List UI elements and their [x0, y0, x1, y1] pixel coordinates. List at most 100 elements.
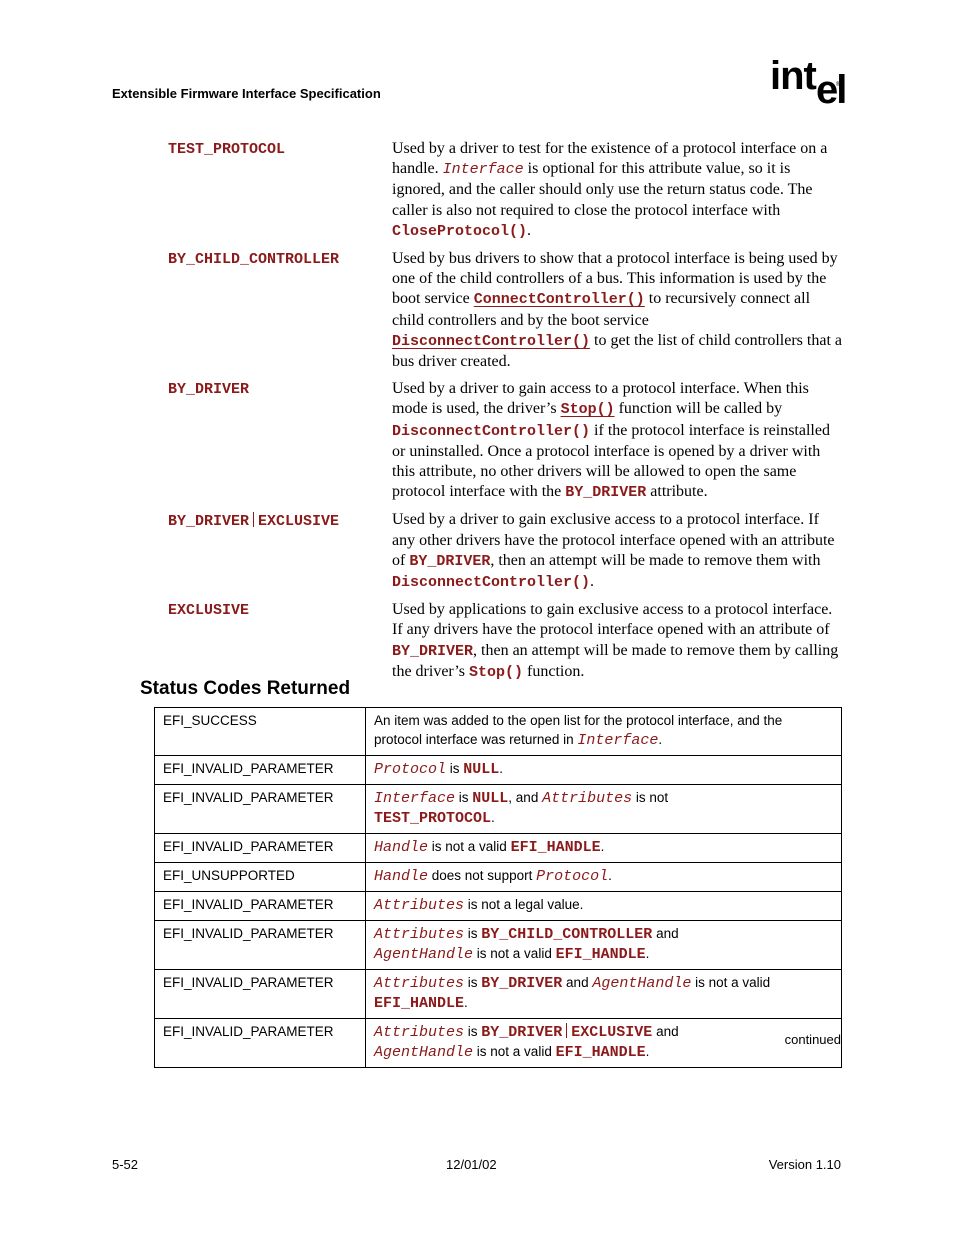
status-description: Handle does not support Protocol.: [365, 862, 842, 892]
function-link[interactable]: Stop(): [561, 401, 615, 418]
attribute-definition-list: TEST_PROTOCOL Used by a driver to test fo…: [168, 139, 848, 690]
status-row: EFI_INVALID_PARAMETER Interface is NULL, …: [154, 784, 842, 834]
status-description: Handle is not a valid EFI_HANDLE.: [365, 833, 842, 863]
code-term: BY_DRIVER: [481, 975, 563, 992]
text-run: and: [652, 926, 679, 941]
status-row: EFI_SUCCESS An item was added to the open…: [154, 707, 842, 756]
status-code: EFI_INVALID_PARAMETER: [154, 755, 366, 785]
continued-label: continued: [784, 1032, 841, 1047]
text-run: and: [562, 975, 593, 990]
text-run: is: [464, 926, 482, 941]
text-run: is: [464, 1024, 482, 1039]
parameter-name: Protocol: [374, 761, 447, 778]
page-number: 5-52: [112, 1157, 139, 1172]
code-term: EFI_HANDLE: [555, 1044, 646, 1061]
text-run: Used by applications to gain exclusive a…: [392, 601, 833, 639]
text-run: .: [600, 839, 605, 854]
code-term: DisconnectController(): [392, 422, 591, 440]
attribute-term: EXCLUSIVE: [168, 602, 250, 620]
intel-logo: int el ®: [770, 54, 850, 110]
attribute-term: BY_CHILD_CONTROLLER: [168, 251, 340, 269]
code-term: BY_DRIVER: [409, 552, 491, 570]
status-row: EFI_UNSUPPORTED Handle does not support P…: [154, 862, 842, 892]
definition-row: TEST_PROTOCOL Used by a driver to test fo…: [168, 139, 848, 242]
text-run: is: [455, 790, 473, 805]
parameter-name: Handle: [374, 868, 429, 885]
status-description: Protocol is NULL.: [365, 755, 842, 785]
text-run: .: [464, 995, 468, 1010]
text-run: .: [590, 573, 595, 591]
status-row: EFI_INVALID_PARAMETER Attributes is BY_CH…: [154, 920, 842, 970]
text-run: does not support: [428, 868, 537, 883]
code-term: EFI_HANDLE: [555, 946, 646, 963]
code-term: EXCLUSIVE: [571, 1024, 653, 1041]
text-run: attribute.: [646, 483, 708, 501]
text-run: is: [464, 975, 482, 990]
status-description: Attributes is BY_CHILD_CONTROLLER and Ag…: [365, 920, 842, 970]
status-description: An item was added to the open list for t…: [365, 707, 842, 756]
parameter-name: Attributes: [374, 975, 465, 992]
page-header-title: Extensible Firmware Interface Specificat…: [112, 86, 381, 101]
parameter-name: AgentHandle: [374, 946, 474, 963]
status-row: EFI_INVALID_PARAMETER Attributes is BY_DR…: [154, 969, 842, 1019]
logo-text-int: int: [770, 54, 817, 98]
text-run: and: [652, 1024, 679, 1039]
parameter-name: Handle: [374, 839, 429, 856]
function-link[interactable]: ConnectController(): [474, 291, 645, 308]
text-run: , and: [508, 790, 543, 805]
parameter-name: Attributes: [374, 1024, 465, 1041]
code-term: CloseProtocol(): [392, 222, 528, 240]
registered-mark: ®: [836, 82, 841, 88]
code-term: NULL: [463, 761, 500, 778]
text-run: is: [446, 761, 464, 776]
status-code: EFI_UNSUPPORTED: [154, 862, 366, 892]
text-run: function.: [523, 662, 585, 680]
parameter-name: Attributes: [374, 897, 465, 914]
attribute-term: BY_DRIVER: [168, 381, 250, 399]
section-heading: Status Codes Returned: [140, 678, 351, 699]
code-term: NULL: [472, 790, 509, 807]
attribute-term-part: BY_DRIVER: [168, 513, 250, 531]
status-description: Attributes is BY_DRIVER EXCLUSIVE and Age…: [365, 1018, 842, 1068]
status-code: EFI_INVALID_PARAMETER: [154, 891, 366, 921]
code-term: BY_DRIVER: [392, 642, 474, 660]
status-row: EFI_INVALID_PARAMETER Handle is not a val…: [154, 833, 842, 863]
status-code: EFI_INVALID_PARAMETER: [154, 1018, 366, 1068]
function-link[interactable]: DisconnectController(): [392, 333, 590, 350]
status-code: EFI_INVALID_PARAMETER: [154, 920, 366, 970]
or-separator: [566, 1023, 568, 1038]
status-code: EFI_INVALID_PARAMETER: [154, 784, 366, 834]
status-description: Attributes is BY_DRIVER and AgentHandle …: [365, 969, 842, 1019]
attribute-term: BY_DRIVER EXCLUSIVE: [168, 510, 392, 593]
attribute-term: TEST_PROTOCOL: [168, 141, 286, 158]
text-run: is not a valid: [473, 1044, 556, 1059]
status-codes-table: EFI_SUCCESS An item was added to the open…: [154, 707, 842, 1068]
status-description: Interface is NULL, and Attributes is not…: [365, 784, 842, 834]
attribute-description: Used by bus drivers to show that a proto…: [392, 249, 842, 372]
code-term: BY_CHILD_CONTROLLER: [481, 926, 653, 943]
text-run: .: [499, 761, 504, 776]
text-run: .: [491, 810, 495, 825]
text-run: is not a valid: [428, 839, 511, 854]
parameter-name: Interface: [577, 732, 659, 749]
parameter-name: AgentHandle: [374, 1044, 474, 1061]
parameter-name: AgentHandle: [592, 975, 692, 992]
definition-row: BY_DRIVER Used by a driver to gain access…: [168, 379, 848, 503]
text-run: .: [645, 946, 650, 961]
parameter-name: Interface: [442, 161, 524, 179]
text-run: .: [645, 1044, 650, 1059]
attribute-description: Used by a driver to gain exclusive acces…: [392, 510, 842, 593]
definition-row: BY_CHILD_CONTROLLER Used by bus drivers t…: [168, 249, 848, 372]
code-term: Stop(): [469, 663, 524, 681]
code-term: DisconnectController(): [392, 574, 591, 592]
definition-row: EXCLUSIVE Used by applications to gain ex…: [168, 600, 848, 683]
text-run: .: [527, 221, 532, 239]
text-run: is not: [632, 790, 669, 805]
code-term: EFI_HANDLE: [374, 995, 465, 1012]
status-code: EFI_INVALID_PARAMETER: [154, 833, 366, 863]
code-term: BY_DRIVER: [481, 1024, 563, 1041]
or-separator: [253, 512, 255, 528]
status-description: Attributes is not a legal value.: [365, 891, 842, 921]
version-label: Version 1.10: [768, 1157, 841, 1172]
status-row: EFI_INVALID_PARAMETER Attributes is BY_DR…: [154, 1018, 842, 1068]
